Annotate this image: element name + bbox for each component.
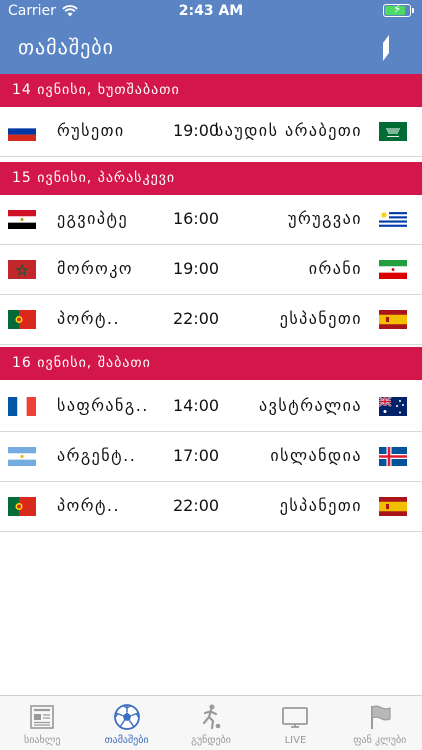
tab-bar: სიახლე თამაშები გუნდები LIVE ფან კლუბი <box>0 695 422 750</box>
tab-label: სიახლე <box>23 735 61 746</box>
tab-label: გუნდები <box>191 735 231 746</box>
date-section-header: 14 ივნისი, ხუთშაბათი <box>0 74 422 107</box>
match-time: 22:00 <box>172 309 220 328</box>
tab-teams[interactable]: გუნდები <box>169 696 253 750</box>
flag-icon <box>370 705 391 729</box>
date-section-header: 16 ივნისი, შაბათი <box>0 347 422 380</box>
match-row[interactable]: ეგვიპტე 16:00 ურუგვაი <box>0 195 422 245</box>
tab-fan-club[interactable]: ფან კლუბი <box>338 696 422 750</box>
egypt-flag <box>8 210 36 229</box>
tab-label: LIVE <box>284 735 307 746</box>
tv-icon <box>282 707 309 728</box>
match-row[interactable]: მოროკო 19:00 ირანი <box>0 245 422 295</box>
match-time: 14:00 <box>172 396 220 415</box>
argentina-flag <box>8 447 36 466</box>
home-team: მოროკო <box>57 259 133 278</box>
page-title: თამაშები <box>18 35 114 59</box>
status-bar: Carrier 2:43 AM ⚡ <box>0 0 422 22</box>
portugal-flag <box>8 310 36 329</box>
status-time: 2:43 AM <box>178 3 244 19</box>
away-team: საუდის არაბეთი <box>214 121 362 140</box>
saudi-arabia-flag <box>379 122 407 141</box>
match-time: 17:00 <box>172 446 220 465</box>
match-time: 16:00 <box>172 209 220 228</box>
russia-flag <box>8 122 36 141</box>
tab-games[interactable]: თამაშები <box>84 696 168 750</box>
tab-label: ფან კლუბი <box>353 735 407 746</box>
soccer-ball-icon <box>113 704 140 730</box>
away-team: ირანი <box>308 259 362 278</box>
match-time: 19:00 <box>172 259 220 278</box>
home-team: რუსეთი <box>57 121 125 140</box>
navigation-bar: თამაშები <box>0 22 422 74</box>
away-team: ავსტრალია <box>259 396 362 415</box>
status-right: ⚡ <box>383 2 414 17</box>
match-row[interactable]: პორტ.. 22:00 ესპანეთი <box>0 295 422 345</box>
home-team: პორტ.. <box>57 309 121 328</box>
player-kick-icon <box>202 704 221 730</box>
date-section-header: 15 ივნისი, პარასკევი <box>0 162 422 195</box>
tab-news[interactable]: სიახლე <box>0 696 84 750</box>
match-row[interactable]: რუსეთი 19:00 საუდის არაბეთი <box>0 107 422 157</box>
match-row[interactable]: საფრანგ.. 14:00 ავსტრალია <box>0 382 422 432</box>
battery-icon: ⚡ <box>383 2 411 17</box>
iceland-flag <box>379 447 407 466</box>
australia-flag <box>379 397 407 416</box>
iran-flag <box>379 260 407 279</box>
match-time: 22:00 <box>172 496 220 515</box>
home-team: საფრანგ.. <box>57 396 149 415</box>
morocco-flag <box>8 260 36 279</box>
match-row[interactable]: არგენტ.. 17:00 ისლანდია <box>0 432 422 482</box>
home-team: ეგვიპტე <box>57 209 129 228</box>
away-team: ესპანეთი <box>279 496 362 515</box>
away-team: ესპანეთი <box>279 309 362 328</box>
newspaper-icon <box>30 705 55 729</box>
france-flag <box>8 397 36 416</box>
home-team: არგენტ.. <box>57 446 137 465</box>
home-team: პორტ.. <box>57 496 121 515</box>
away-team: ისლანდია <box>270 446 362 465</box>
tab-label: თამაშები <box>104 735 149 746</box>
portugal-flag <box>8 497 36 516</box>
tab-live[interactable]: LIVE <box>253 696 337 750</box>
edit-icon[interactable] <box>380 35 392 61</box>
match-row[interactable]: პორტ.. 22:00 ესპანეთი <box>0 482 422 532</box>
battery-tip <box>412 8 414 13</box>
away-team: ურუგვაი <box>288 209 362 228</box>
uruguay-flag <box>379 210 407 229</box>
charging-icon: ⚡ <box>393 2 402 16</box>
spain-flag <box>379 310 407 329</box>
spain-flag <box>379 497 407 516</box>
